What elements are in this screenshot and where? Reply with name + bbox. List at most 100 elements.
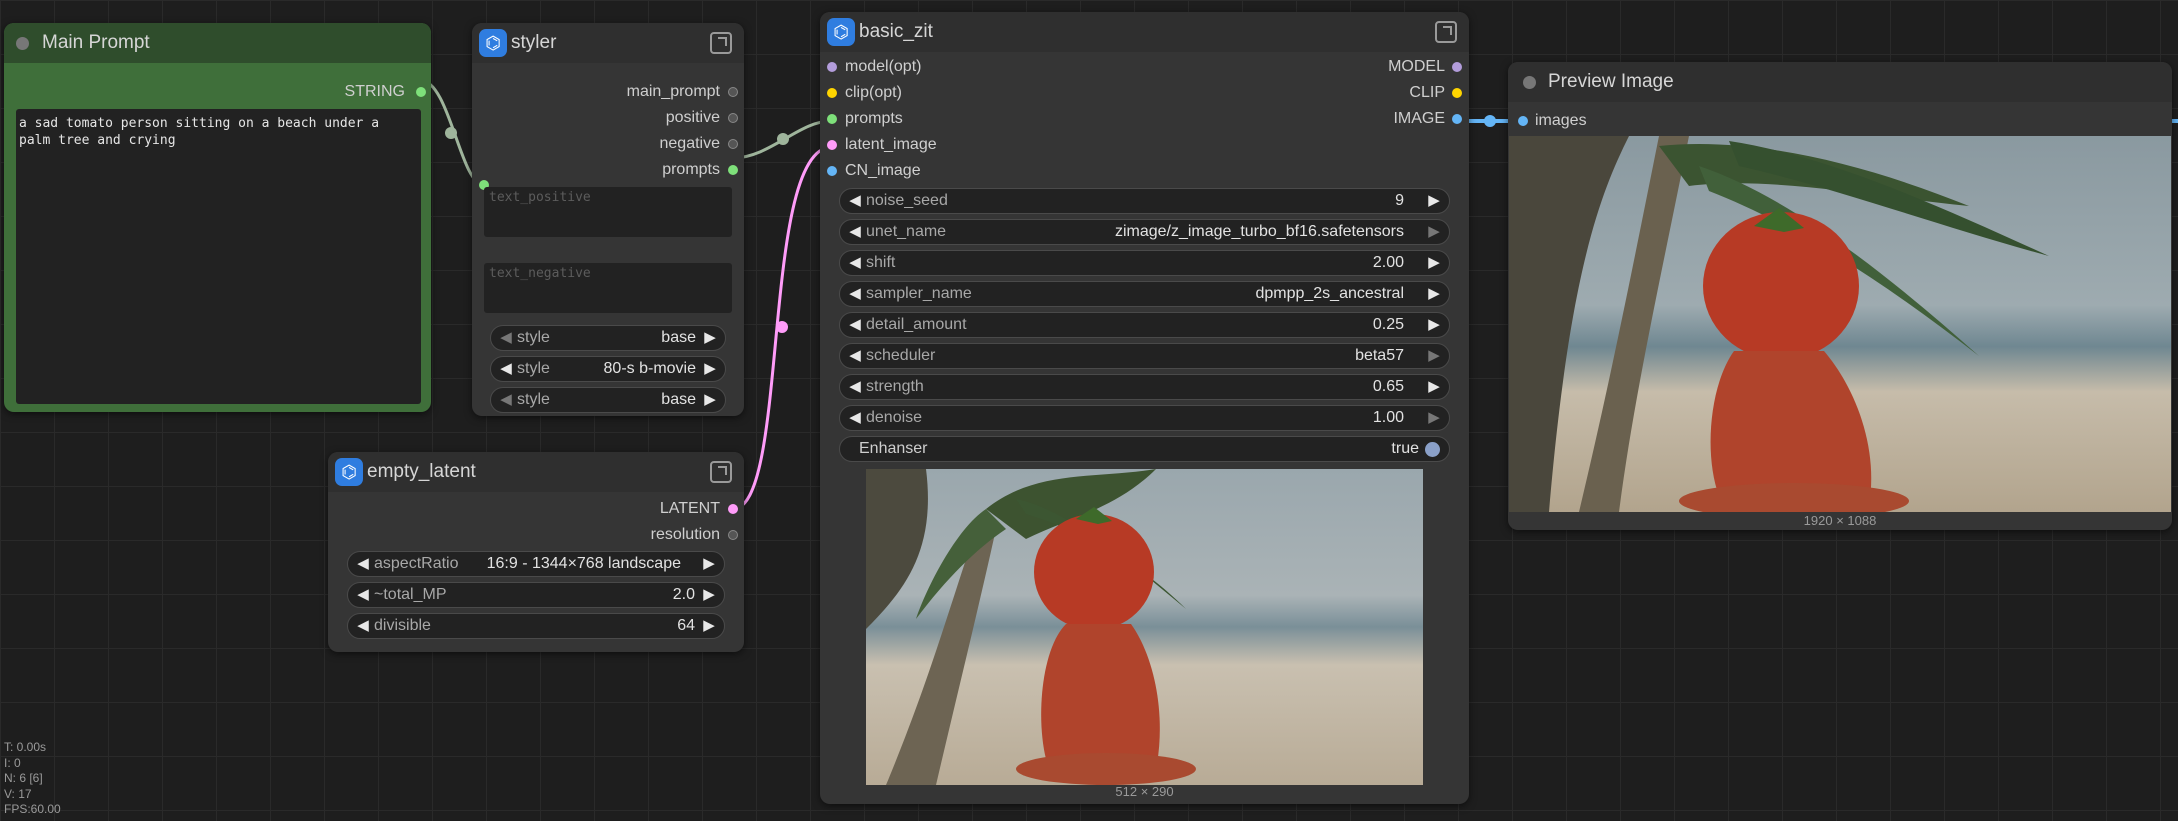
divisible-widget[interactable]: ◀ divisible 64 ▶ — [347, 613, 725, 639]
prompts-output-dot[interactable] — [728, 165, 738, 175]
denoise-widget[interactable]: ◀ denoise 1.00 ▶ — [839, 405, 1450, 431]
images-input-dot[interactable] — [1518, 116, 1528, 126]
arrow-right-icon[interactable]: ▶ — [700, 552, 718, 576]
arrow-right-icon[interactable]: ▶ — [700, 583, 718, 607]
input-prompts[interactable]: prompts — [845, 107, 903, 131]
arrow-left-icon[interactable]: ◀ — [497, 326, 515, 350]
arrow-left-icon[interactable]: ◀ — [846, 375, 864, 399]
arrow-left-icon[interactable]: ◀ — [497, 388, 515, 412]
latent-input-dot[interactable] — [827, 140, 837, 150]
slot-dot[interactable] — [728, 113, 738, 123]
output-resolution[interactable]: resolution — [651, 523, 720, 547]
input-images[interactable]: images — [1535, 109, 1587, 133]
output-slot-string[interactable]: STRING — [345, 80, 405, 104]
shift-widget[interactable]: ◀ shift 2.00 ▶ — [839, 250, 1450, 276]
arrow-right-icon[interactable]: ▶ — [701, 357, 719, 381]
scheduler-widget[interactable]: ◀ scheduler beta57 ▶ — [839, 343, 1450, 369]
strength-widget[interactable]: ◀ strength 0.65 ▶ — [839, 374, 1450, 400]
text-negative-field[interactable]: text_negative — [484, 263, 732, 313]
aspect-ratio-widget[interactable]: ◀ aspectRatio 16:9 - 1344×768 landscape … — [347, 551, 725, 577]
arrow-left-icon[interactable]: ◀ — [846, 406, 864, 430]
output-image[interactable]: IMAGE — [1393, 107, 1445, 131]
preview-image-header[interactable]: Preview Image — [1508, 62, 2172, 102]
style-widget-1[interactable]: ◀ style base ▶ — [490, 325, 726, 351]
style-widget-3[interactable]: ◀ style base ▶ — [490, 387, 726, 413]
styler-header[interactable]: ⌬ styler — [472, 23, 744, 63]
main-prompt-node[interactable]: Main Prompt STRING a sad tomato person s… — [4, 23, 431, 412]
arrow-right-icon[interactable]: ▶ — [1425, 282, 1443, 306]
empty-latent-node[interactable]: ⌬ empty_latent LATENT resolution ◀ aspec… — [328, 452, 744, 652]
clip-input-dot[interactable] — [827, 88, 837, 98]
arrow-right-icon[interactable]: ▶ — [1425, 189, 1443, 213]
clip-output-dot[interactable] — [1452, 88, 1462, 98]
preview-image-caption: 1920 × 1088 — [1803, 513, 1877, 528]
output-model[interactable]: MODEL — [1388, 55, 1445, 79]
arrow-left-icon[interactable]: ◀ — [354, 614, 372, 638]
image-output-dot[interactable] — [1452, 114, 1462, 124]
slot-dot[interactable] — [728, 87, 738, 97]
output-prompts[interactable]: prompts — [662, 158, 720, 182]
basic-zit-node[interactable]: ⌬ basic_zit model(opt) clip(opt) prompts… — [820, 12, 1469, 804]
arrow-left-icon[interactable]: ◀ — [846, 344, 864, 368]
string-output-dot[interactable] — [416, 87, 426, 97]
basic-zit-header[interactable]: ⌬ basic_zit — [820, 12, 1469, 52]
input-main-prompt[interactable]: main_prompt — [627, 80, 720, 104]
node-title: empty_latent — [367, 461, 476, 482]
detail-amount-widget[interactable]: ◀ detail_amount 0.25 ▶ — [839, 312, 1450, 338]
styler-node[interactable]: ⌬ styler main_prompt positive negative p… — [472, 23, 744, 416]
slot-dot[interactable] — [728, 139, 738, 149]
pin-icon[interactable] — [710, 461, 732, 483]
noise-seed-widget[interactable]: ◀ noise_seed 9 ▶ — [839, 188, 1450, 214]
model-input-dot[interactable] — [827, 62, 837, 72]
preview-image-node[interactable]: Preview Image images 1920 × 1088 — [1508, 62, 2172, 530]
arrow-right-icon[interactable]: ▶ — [1425, 220, 1443, 244]
output-clip[interactable]: CLIP — [1409, 81, 1445, 105]
arrow-right-icon[interactable]: ▶ — [1425, 313, 1443, 337]
empty-latent-header[interactable]: ⌬ empty_latent — [328, 452, 744, 492]
pin-icon[interactable] — [1435, 21, 1457, 43]
prompt-textarea[interactable]: a sad tomato person sitting on a beach u… — [16, 109, 421, 404]
arrow-right-icon[interactable]: ▶ — [701, 388, 719, 412]
cn-image-input-dot[interactable] — [827, 166, 837, 176]
preview-image — [1509, 136, 2171, 512]
arrow-right-icon[interactable]: ▶ — [701, 326, 719, 350]
arrow-right-icon[interactable]: ▶ — [700, 614, 718, 638]
total-mp-widget[interactable]: ◀ ~total_MP 2.0 ▶ — [347, 582, 725, 608]
enhanser-toggle[interactable]: Enhanser true — [839, 436, 1450, 462]
arrow-right-icon[interactable]: ▶ — [1425, 406, 1443, 430]
collapse-dot-icon[interactable] — [1523, 76, 1536, 89]
arrow-left-icon[interactable]: ◀ — [354, 583, 372, 607]
input-negative[interactable]: negative — [660, 132, 721, 156]
latent-output-dot[interactable] — [728, 504, 738, 514]
input-model[interactable]: model(opt) — [845, 55, 921, 79]
unet-name-widget[interactable]: ◀ unet_name zimage/z_image_turbo_bf16.sa… — [839, 219, 1450, 245]
arrow-right-icon[interactable]: ▶ — [1425, 251, 1443, 275]
pin-icon[interactable] — [710, 32, 732, 54]
input-clip[interactable]: clip(opt) — [845, 81, 902, 105]
slot-dot[interactable] — [728, 530, 738, 540]
stat-v: V: 17 — [4, 786, 32, 801]
arrow-left-icon[interactable]: ◀ — [846, 251, 864, 275]
arrow-left-icon[interactable]: ◀ — [846, 220, 864, 244]
arrow-left-icon[interactable]: ◀ — [846, 189, 864, 213]
output-latent[interactable]: LATENT — [660, 497, 720, 521]
prompts-input-dot[interactable] — [827, 114, 837, 124]
arrow-left-icon[interactable]: ◀ — [846, 282, 864, 306]
model-output-dot[interactable] — [1452, 62, 1462, 72]
arrow-left-icon[interactable]: ◀ — [497, 357, 515, 381]
text-positive-field[interactable]: text_positive — [484, 187, 732, 237]
stat-nodes: N: 6 [6] — [4, 771, 43, 785]
input-latent-image[interactable]: latent_image — [845, 133, 937, 157]
input-cn-image[interactable]: CN_image — [845, 159, 921, 183]
input-positive[interactable]: positive — [666, 106, 720, 130]
prompts-link-midpoint — [777, 133, 789, 145]
arrow-left-icon[interactable]: ◀ — [846, 313, 864, 337]
arrow-left-icon[interactable]: ◀ — [354, 552, 372, 576]
collapse-dot-icon[interactable] — [16, 37, 29, 50]
toggle-knob-icon[interactable] — [1425, 442, 1440, 457]
main-prompt-header[interactable]: Main Prompt — [4, 23, 431, 63]
arrow-right-icon[interactable]: ▶ — [1425, 344, 1443, 368]
sampler-name-widget[interactable]: ◀ sampler_name dpmpp_2s_ancestral ▶ — [839, 281, 1450, 307]
arrow-right-icon[interactable]: ▶ — [1425, 375, 1443, 399]
style-widget-2[interactable]: ◀ style 80-s b-movie ▶ — [490, 356, 726, 382]
